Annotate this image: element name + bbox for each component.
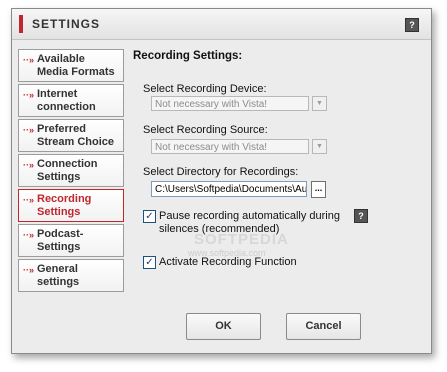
nav-label-line2: Settings — [37, 171, 81, 183]
activate-recording-checkbox[interactable]: ✓ — [143, 256, 156, 269]
nav-item-label: Connection Settings — [37, 158, 123, 184]
nav-label-line2: Media Formats — [37, 66, 115, 78]
nav-item-recording-settings[interactable]: ··» Recording Settings — [18, 189, 124, 222]
watermark-url: www.softpedia.com — [188, 248, 266, 258]
nav-label-line1: Recording — [37, 193, 92, 205]
nav-item-internet-connection[interactable]: ··» Internet connection — [18, 84, 124, 117]
nav-item-label: Internet connection — [37, 88, 123, 114]
arrow-icon: ··» — [23, 195, 34, 205]
nav-label-line2: connection — [37, 101, 96, 113]
help-icon[interactable]: ? — [405, 18, 419, 32]
browse-button[interactable]: ... — [311, 181, 326, 198]
chevron-down-icon[interactable]: ▼ — [312, 96, 327, 111]
arrow-icon: ··» — [23, 90, 34, 100]
cancel-button[interactable]: Cancel — [286, 313, 361, 340]
chevron-down-icon[interactable]: ▼ — [312, 139, 327, 154]
title-accent-bar — [19, 15, 23, 33]
nav-item-preferred-stream-choice[interactable]: ··» Preferred Stream Choice — [18, 119, 124, 152]
nav-label-line2: Settings — [37, 241, 81, 253]
pause-help-icon[interactable]: ? — [354, 209, 368, 223]
nav-item-podcast-settings[interactable]: ··» Podcast- Settings — [18, 224, 124, 257]
arrow-icon: ··» — [23, 230, 34, 240]
source-label: Select Recording Source: — [143, 124, 268, 136]
section-heading: Recording Settings: — [133, 50, 243, 62]
arrow-icon: ··» — [23, 265, 34, 275]
nav-label-line1: Podcast- — [37, 228, 84, 240]
nav-label-line1: General — [37, 263, 78, 275]
nav-label-line1: Connection — [37, 158, 98, 170]
nav-item-label: General settings — [37, 263, 123, 289]
nav-item-available-media-formats[interactable]: ··» Available Media Formats — [18, 49, 124, 82]
nav-label-line1: Available — [37, 53, 85, 65]
recording-source-select[interactable]: Not necessary with Vista! — [151, 139, 309, 154]
directory-input[interactable]: C:\Users\Softpedia\Documents\Aufn — [151, 181, 307, 197]
nav-item-label: Podcast- Settings — [37, 228, 123, 254]
nav-label-line2: Settings — [37, 206, 81, 218]
watermark-logo: SOFTPEDIA — [194, 231, 289, 248]
arrow-icon: ··» — [23, 55, 34, 65]
recording-device-select[interactable]: Not necessary with Vista! — [151, 96, 309, 111]
window-title: SETTINGS — [32, 17, 101, 31]
nav-label-line1: Internet — [37, 88, 78, 100]
title-bar: SETTINGS ? — [12, 9, 431, 40]
device-label: Select Recording Device: — [143, 83, 267, 95]
directory-label: Select Directory for Recordings: — [143, 166, 299, 178]
nav-item-label: Recording Settings — [37, 193, 123, 219]
pause-recording-checkbox[interactable]: ✓ — [143, 210, 156, 223]
nav-item-connection-settings[interactable]: ··» Connection Settings — [18, 154, 124, 187]
ok-button[interactable]: OK — [186, 313, 261, 340]
nav-item-label: Available Media Formats — [37, 53, 123, 79]
nav-item-general-settings[interactable]: ··» General settings — [18, 259, 124, 292]
settings-window: SETTINGS ? ··» Available Media Formats ·… — [11, 8, 432, 354]
nav-label-line2: settings — [37, 276, 80, 288]
nav-label-line1: Preferred — [37, 123, 86, 135]
arrow-icon: ··» — [23, 125, 34, 135]
pause-label-line1: Pause recording automatically during — [159, 210, 340, 222]
arrow-icon: ··» — [23, 160, 34, 170]
nav-item-label: Preferred Stream Choice — [37, 123, 123, 149]
nav-label-line2: Stream Choice — [37, 136, 115, 148]
